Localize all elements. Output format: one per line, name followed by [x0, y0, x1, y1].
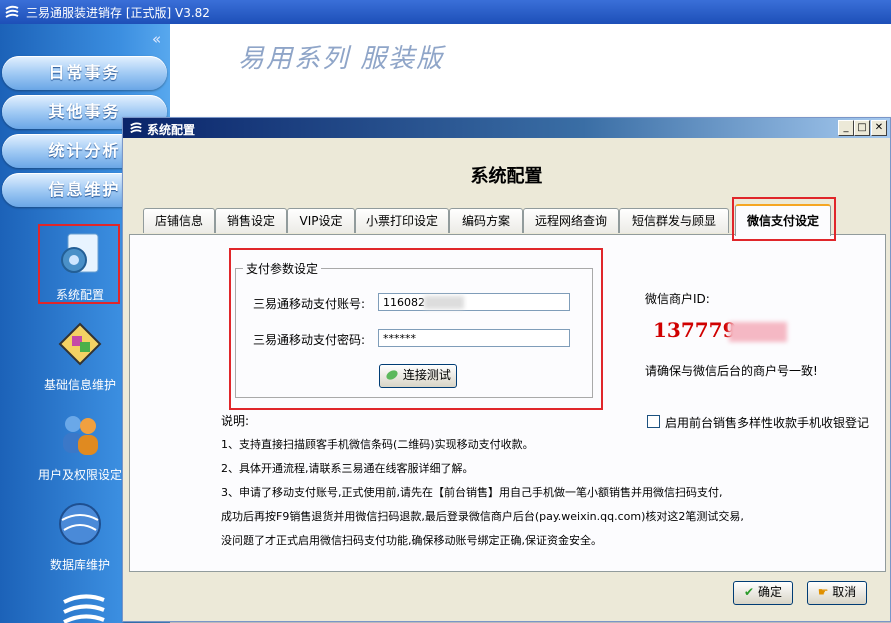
basic-info-icon	[58, 322, 102, 366]
brand-logo-icon	[63, 594, 105, 623]
cancel-button[interactable]: ☛ 取消	[807, 581, 867, 605]
system-config-dialog: 系统配置 _ □ ✕ 系统配置 店铺信息 销售设定 VIP设定 小票打印设定 编…	[122, 117, 891, 622]
sidebar-item-system-config[interactable]: 系统配置	[40, 230, 120, 302]
connection-test-label: 连接测试	[402, 368, 451, 382]
note-line: 成功后再按F9销售退货并用微信扫码退款,最后登录微信商户后台(pay.weixi…	[221, 510, 744, 523]
tab-remote-query[interactable]: 远程网络查询	[523, 208, 619, 233]
tab-vip-settings[interactable]: VIP设定	[287, 208, 355, 233]
tab-shop-info[interactable]: 店铺信息	[143, 208, 215, 233]
tab-coding-scheme[interactable]: 编码方案	[449, 208, 523, 233]
multi-payment-label: 启用前台销售多样性收款手机收银登记	[665, 416, 870, 430]
sidebar-item-database[interactable]: 数据库维护	[40, 500, 120, 572]
note-line: 1、支持直接扫描顾客手机微信条码(二维码)实现移动支付收款。	[221, 438, 534, 451]
header-subtitle: 易用系列 服装版	[238, 44, 445, 74]
dialog-titlebar[interactable]: 系统配置 _ □ ✕	[123, 118, 890, 138]
merchant-id-text: 137779	[653, 318, 737, 342]
notes-heading: 说明:	[221, 414, 250, 428]
connection-test-button[interactable]: 连接测试	[379, 364, 457, 388]
password-value: ******	[383, 332, 416, 345]
account-value: 116082	[383, 296, 425, 309]
note-line: 2、具体开通流程,请联系三易通在线客服详细了解。	[221, 462, 474, 475]
ok-button[interactable]: ✔ 确定	[733, 581, 793, 605]
cancel-label: 取消	[832, 585, 857, 599]
maximize-button[interactable]: □	[854, 120, 870, 136]
redacted-blur	[424, 296, 464, 309]
collapse-icon[interactable]: «	[152, 30, 161, 48]
sidebar-item-basic-info[interactable]: 基础信息维护	[40, 320, 120, 392]
note-line: 3、申请了移动支付账号,正式使用前,请先在【前台销售】用自己手机做一笔小额销售并…	[221, 486, 723, 499]
tab-receipt-print[interactable]: 小票打印设定	[355, 208, 449, 233]
merchant-id-label: 微信商户ID:	[645, 292, 710, 306]
active-tab-highlight	[732, 197, 836, 241]
user-permission-icon	[63, 416, 98, 455]
app-title: 三易通服装进销存 [正式版] V3.82	[26, 6, 210, 20]
password-label: 三易通移动支付密码:	[253, 333, 366, 347]
nav-daily-affairs-button[interactable]: 日常事务	[2, 56, 167, 90]
tab-sms-display[interactable]: 短信群发与顾显	[619, 208, 729, 233]
merchant-id-value: 137779	[653, 318, 787, 342]
check-icon: ✔	[744, 585, 755, 599]
group-legend: 支付参数设定	[243, 260, 322, 277]
account-input[interactable]: 116082	[378, 293, 570, 311]
account-label: 三易通移动支付账号:	[253, 297, 366, 311]
cancel-hand-icon: ☛	[817, 585, 829, 599]
dialog-title: 系统配置	[147, 123, 196, 137]
minimize-button[interactable]: _	[838, 120, 854, 136]
close-button[interactable]: ✕	[871, 120, 887, 136]
app-logo-icon	[5, 5, 19, 18]
leaf-icon	[386, 370, 398, 380]
system-config-icon	[61, 233, 99, 273]
ok-label: 确定	[757, 585, 782, 599]
app-titlebar: 三易通服装进销存 [正式版] V3.82	[0, 0, 891, 24]
merchant-id-note: 请确保与微信后台的商户号一致!	[645, 364, 818, 378]
dialog-heading: 系统配置	[470, 166, 543, 187]
sidebar-item-user-permission[interactable]: 用户及权限设定	[38, 410, 122, 482]
database-icon	[59, 503, 101, 545]
password-input[interactable]: ******	[378, 329, 570, 347]
dialog-logo-icon	[130, 122, 142, 134]
tab-sales-settings[interactable]: 销售设定	[215, 208, 287, 233]
multi-payment-checkbox[interactable]	[647, 415, 660, 428]
redacted-blur	[729, 322, 787, 342]
note-line: 没问题了才正式启用微信扫码支付功能,确保移动账号绑定正确,保证资金安全。	[221, 534, 602, 547]
